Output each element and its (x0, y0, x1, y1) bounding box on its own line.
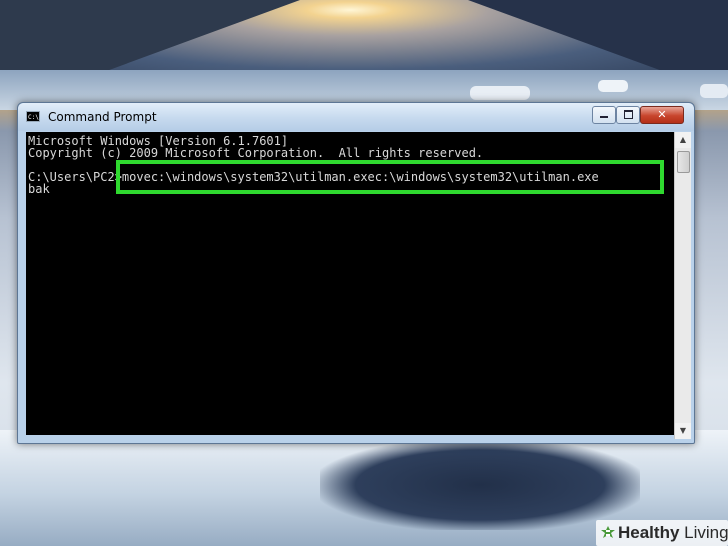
healthy-living-watermark: Healthy Living (596, 520, 728, 546)
window-title: Command Prompt (48, 110, 157, 124)
console-output[interactable]: Microsoft Windows [Version 6.1.7601] Cop… (26, 132, 674, 435)
healthy-living-logo-icon (601, 526, 615, 538)
console-command-continuation: bak (28, 182, 50, 196)
close-icon: ✕ (657, 108, 667, 121)
command-highlight-box (116, 160, 664, 194)
console-line: Copyright (c) 2009 Microsoft Corporation… (28, 146, 484, 160)
close-button[interactable]: ✕ (640, 106, 684, 124)
scroll-up-arrow-icon[interactable]: ▲ (675, 132, 691, 148)
minimize-button[interactable] (592, 106, 616, 124)
maximize-icon (623, 110, 633, 119)
watermark-brand-bold: Healthy (618, 523, 680, 542)
watermark-brand-rest: Living (679, 523, 728, 542)
title-bar[interactable]: C:\ Command Prompt ✕ (18, 103, 694, 131)
vertical-scrollbar[interactable]: ▲ ▼ (674, 132, 691, 439)
watermark-text: Healthy Living (618, 523, 728, 543)
maximize-button[interactable] (616, 106, 640, 124)
command-prompt-window[interactable]: C:\ Command Prompt ✕ Microsoft Windows [… (17, 102, 695, 444)
scroll-thumb[interactable] (677, 151, 690, 173)
wallpaper-ice-chunk (700, 84, 728, 98)
scroll-down-arrow-icon[interactable]: ▼ (675, 423, 691, 439)
cmd-icon[interactable]: C:\ (26, 111, 40, 122)
minimize-icon (600, 116, 608, 118)
wallpaper-rock (320, 440, 640, 530)
wallpaper-ice-chunk (598, 80, 628, 92)
wallpaper-ice-chunk (470, 86, 530, 100)
